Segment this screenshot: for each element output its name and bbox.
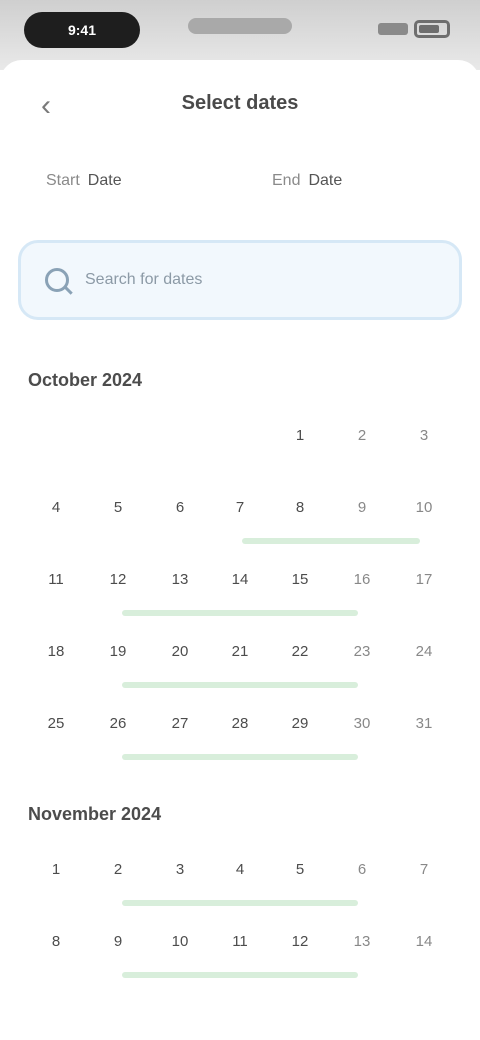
dynamic-island: [188, 18, 292, 34]
calendar-day[interactable]: 9: [337, 486, 387, 530]
calendar-day[interactable]: 17: [399, 558, 449, 602]
calendar-day[interactable]: 25: [31, 702, 81, 746]
calendar-day[interactable]: 12: [275, 920, 325, 964]
calendar-day[interactable]: 19: [93, 630, 143, 674]
week-row: 123: [0, 414, 480, 474]
week-row: 1234567: [0, 848, 480, 908]
date-fields: Start Date End Date: [0, 162, 480, 218]
calendar-day[interactable]: 5: [93, 486, 143, 530]
end-date-field[interactable]: End Date: [272, 172, 342, 190]
calendar-day[interactable]: 2: [337, 414, 387, 458]
search-box[interactable]: [18, 240, 462, 320]
range-highlight: [122, 900, 358, 906]
calendar-day[interactable]: 9: [93, 920, 143, 964]
calendar-day[interactable]: 18: [31, 630, 81, 674]
calendar-day[interactable]: 2: [93, 848, 143, 892]
search-input[interactable]: [83, 261, 441, 299]
calendar-day[interactable]: 31: [399, 702, 449, 746]
calendar-day[interactable]: 26: [93, 702, 143, 746]
calendar-day[interactable]: 7: [215, 486, 265, 530]
calendar-day[interactable]: 28: [215, 702, 265, 746]
range-highlight: [122, 682, 358, 688]
calendar-day[interactable]: 23: [337, 630, 387, 674]
battery-icon: [414, 20, 450, 38]
week-row: 8 9 10 11 12 13 14: [0, 920, 480, 980]
calendar-day[interactable]: 12: [93, 558, 143, 602]
month-title: November 2024: [28, 804, 162, 824]
calendar-day[interactable]: 21: [215, 630, 265, 674]
calendar-day[interactable]: 8: [31, 920, 81, 964]
calendar-day[interactable]: 13: [337, 920, 387, 964]
header: ‹ Select dates: [0, 80, 480, 132]
status-icons: [378, 14, 450, 44]
calendar-day[interactable]: 14: [215, 558, 265, 602]
calendar-day[interactable]: 11: [215, 920, 265, 964]
calendar-day[interactable]: 10: [399, 486, 449, 530]
week-row: 11 12 13 14 15 16 17: [0, 558, 480, 618]
signal-icon: [378, 23, 408, 35]
page-title: Select dates: [181, 92, 299, 114]
calendar-day[interactable]: 11: [31, 558, 81, 602]
calendar-day[interactable]: 6: [155, 486, 205, 530]
end-date-value: Date: [308, 172, 343, 189]
calendar-day[interactable]: 8: [275, 486, 325, 530]
search-icon: [45, 268, 69, 292]
week-row: 25 26 27 28 29 30 31: [0, 702, 480, 762]
status-time: 9:41: [24, 12, 140, 48]
calendar-day[interactable]: 24: [399, 630, 449, 674]
range-highlight: [242, 538, 420, 544]
start-date-field[interactable]: Start Date: [46, 172, 122, 190]
calendar-day[interactable]: 1: [275, 414, 325, 458]
calendar-day[interactable]: 14: [399, 920, 449, 964]
calendar-day[interactable]: 4: [215, 848, 265, 892]
range-highlight: [122, 972, 358, 978]
calendar-day[interactable]: 29: [275, 702, 325, 746]
calendar-day[interactable]: 10: [155, 920, 205, 964]
end-date-label: End: [272, 172, 301, 189]
calendar-day[interactable]: 16: [337, 558, 387, 602]
calendar-day[interactable]: 7: [399, 848, 449, 892]
month-title: October 2024: [28, 370, 143, 390]
date-picker-sheet: ‹ Select dates Start Date End Date Octob…: [0, 60, 480, 1040]
calendar-day[interactable]: 3: [399, 414, 449, 458]
calendar-day[interactable]: 30: [337, 702, 387, 746]
calendar-day[interactable]: 3: [155, 848, 205, 892]
range-highlight: [122, 610, 358, 616]
start-date-label: Start: [46, 172, 80, 189]
start-date-value: Date: [87, 172, 122, 189]
calendar-day[interactable]: 20: [155, 630, 205, 674]
calendar-day[interactable]: 6: [337, 848, 387, 892]
calendar-day[interactable]: 27: [155, 702, 205, 746]
week-row: 18 19 20 21 22 23 24: [0, 630, 480, 690]
calendar-day[interactable]: 1: [31, 848, 81, 892]
range-highlight: [122, 754, 358, 760]
calendar-day[interactable]: 5: [275, 848, 325, 892]
calendar-day[interactable]: 4: [31, 486, 81, 530]
calendar-day[interactable]: 15: [275, 558, 325, 602]
week-row: 4 5 6 7 8 9 10: [0, 486, 480, 546]
calendar-day[interactable]: 22: [275, 630, 325, 674]
calendar-day[interactable]: 13: [155, 558, 205, 602]
